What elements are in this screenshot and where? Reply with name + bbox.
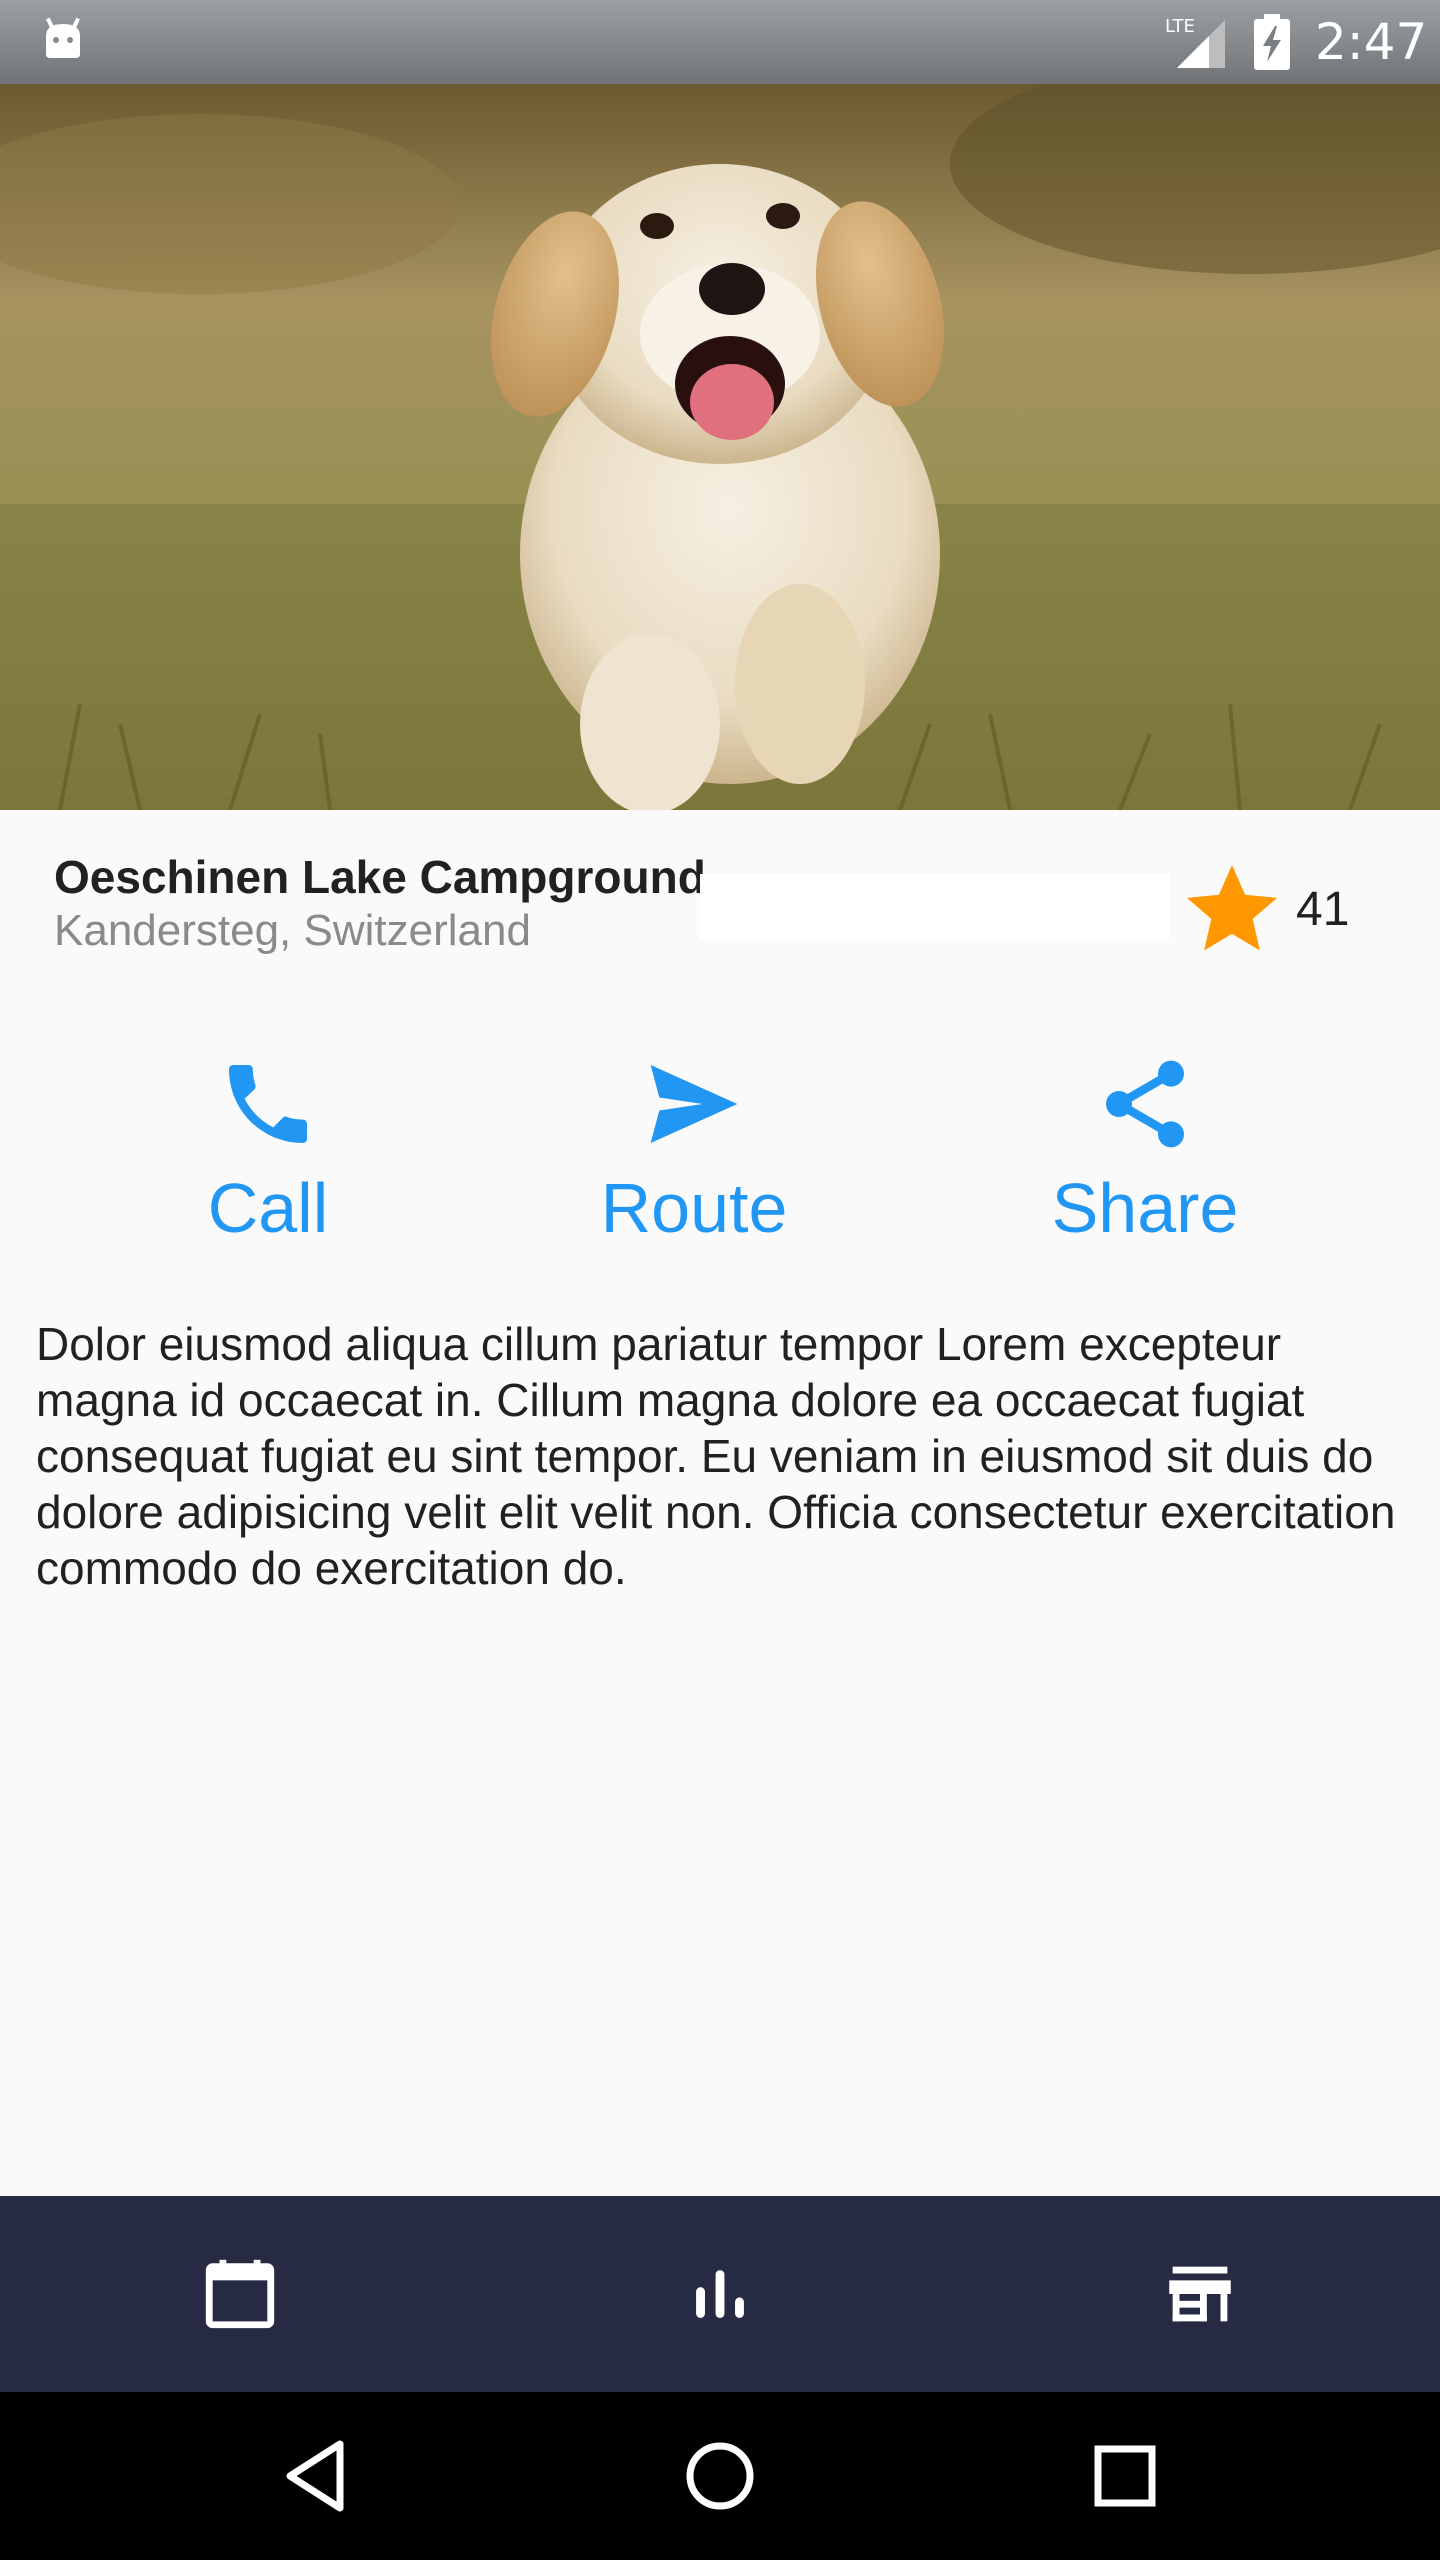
system-navigation-bar	[0, 2392, 1440, 2560]
home-button[interactable]	[670, 2426, 770, 2526]
status-clock: 2:47	[1315, 13, 1428, 71]
title-section: Oeschinen Lake Campground Kandersteg, Sw…	[0, 810, 1440, 980]
title-spacer	[700, 874, 1170, 940]
status-bar: LTE 2:47	[0, 0, 1440, 84]
send-icon	[650, 1065, 738, 1143]
recents-button[interactable]	[1075, 2426, 1175, 2526]
store-icon	[1169, 2266, 1231, 2322]
home-icon	[686, 2442, 754, 2510]
nav-item-store[interactable]	[960, 2196, 1440, 2392]
route-button[interactable]: Route	[544, 1040, 844, 1260]
calendar-icon	[205, 2259, 275, 2329]
star-icon[interactable]	[1178, 856, 1286, 964]
phone-icon	[229, 1065, 307, 1143]
share-button[interactable]: Share	[995, 1040, 1295, 1260]
android-icon	[46, 17, 80, 58]
battery-charging-icon	[1254, 14, 1290, 70]
bottom-navigation	[0, 2196, 1440, 2392]
share-icon	[1106, 1060, 1184, 1148]
back-icon	[286, 2440, 344, 2512]
nav-item-calendar[interactable]	[0, 2196, 480, 2392]
share-label: Share	[1051, 1169, 1239, 1247]
svg-text:LTE: LTE	[1165, 16, 1195, 37]
action-buttons: Call Route Share	[0, 1040, 1440, 1260]
bar-chart-icon	[696, 2270, 744, 2318]
recents-icon	[1094, 2445, 1156, 2507]
hero-image	[0, 84, 1440, 810]
call-button[interactable]: Call	[118, 1040, 418, 1260]
place-location: Kandersteg, Switzerland	[54, 906, 531, 955]
rating-count: 41	[1296, 883, 1350, 936]
nav-item-stats[interactable]	[480, 2196, 960, 2392]
route-label: Route	[600, 1169, 788, 1247]
call-label: Call	[207, 1169, 329, 1247]
place-name: Oeschinen Lake Campground	[54, 851, 706, 903]
description-text: Dolor eiusmod aliqua cillum pariatur tem…	[36, 1318, 1396, 1594]
lte-signal-icon: LTE	[1165, 16, 1225, 68]
back-button[interactable]	[265, 2426, 365, 2526]
puppy-illustration	[0, 84, 1440, 810]
